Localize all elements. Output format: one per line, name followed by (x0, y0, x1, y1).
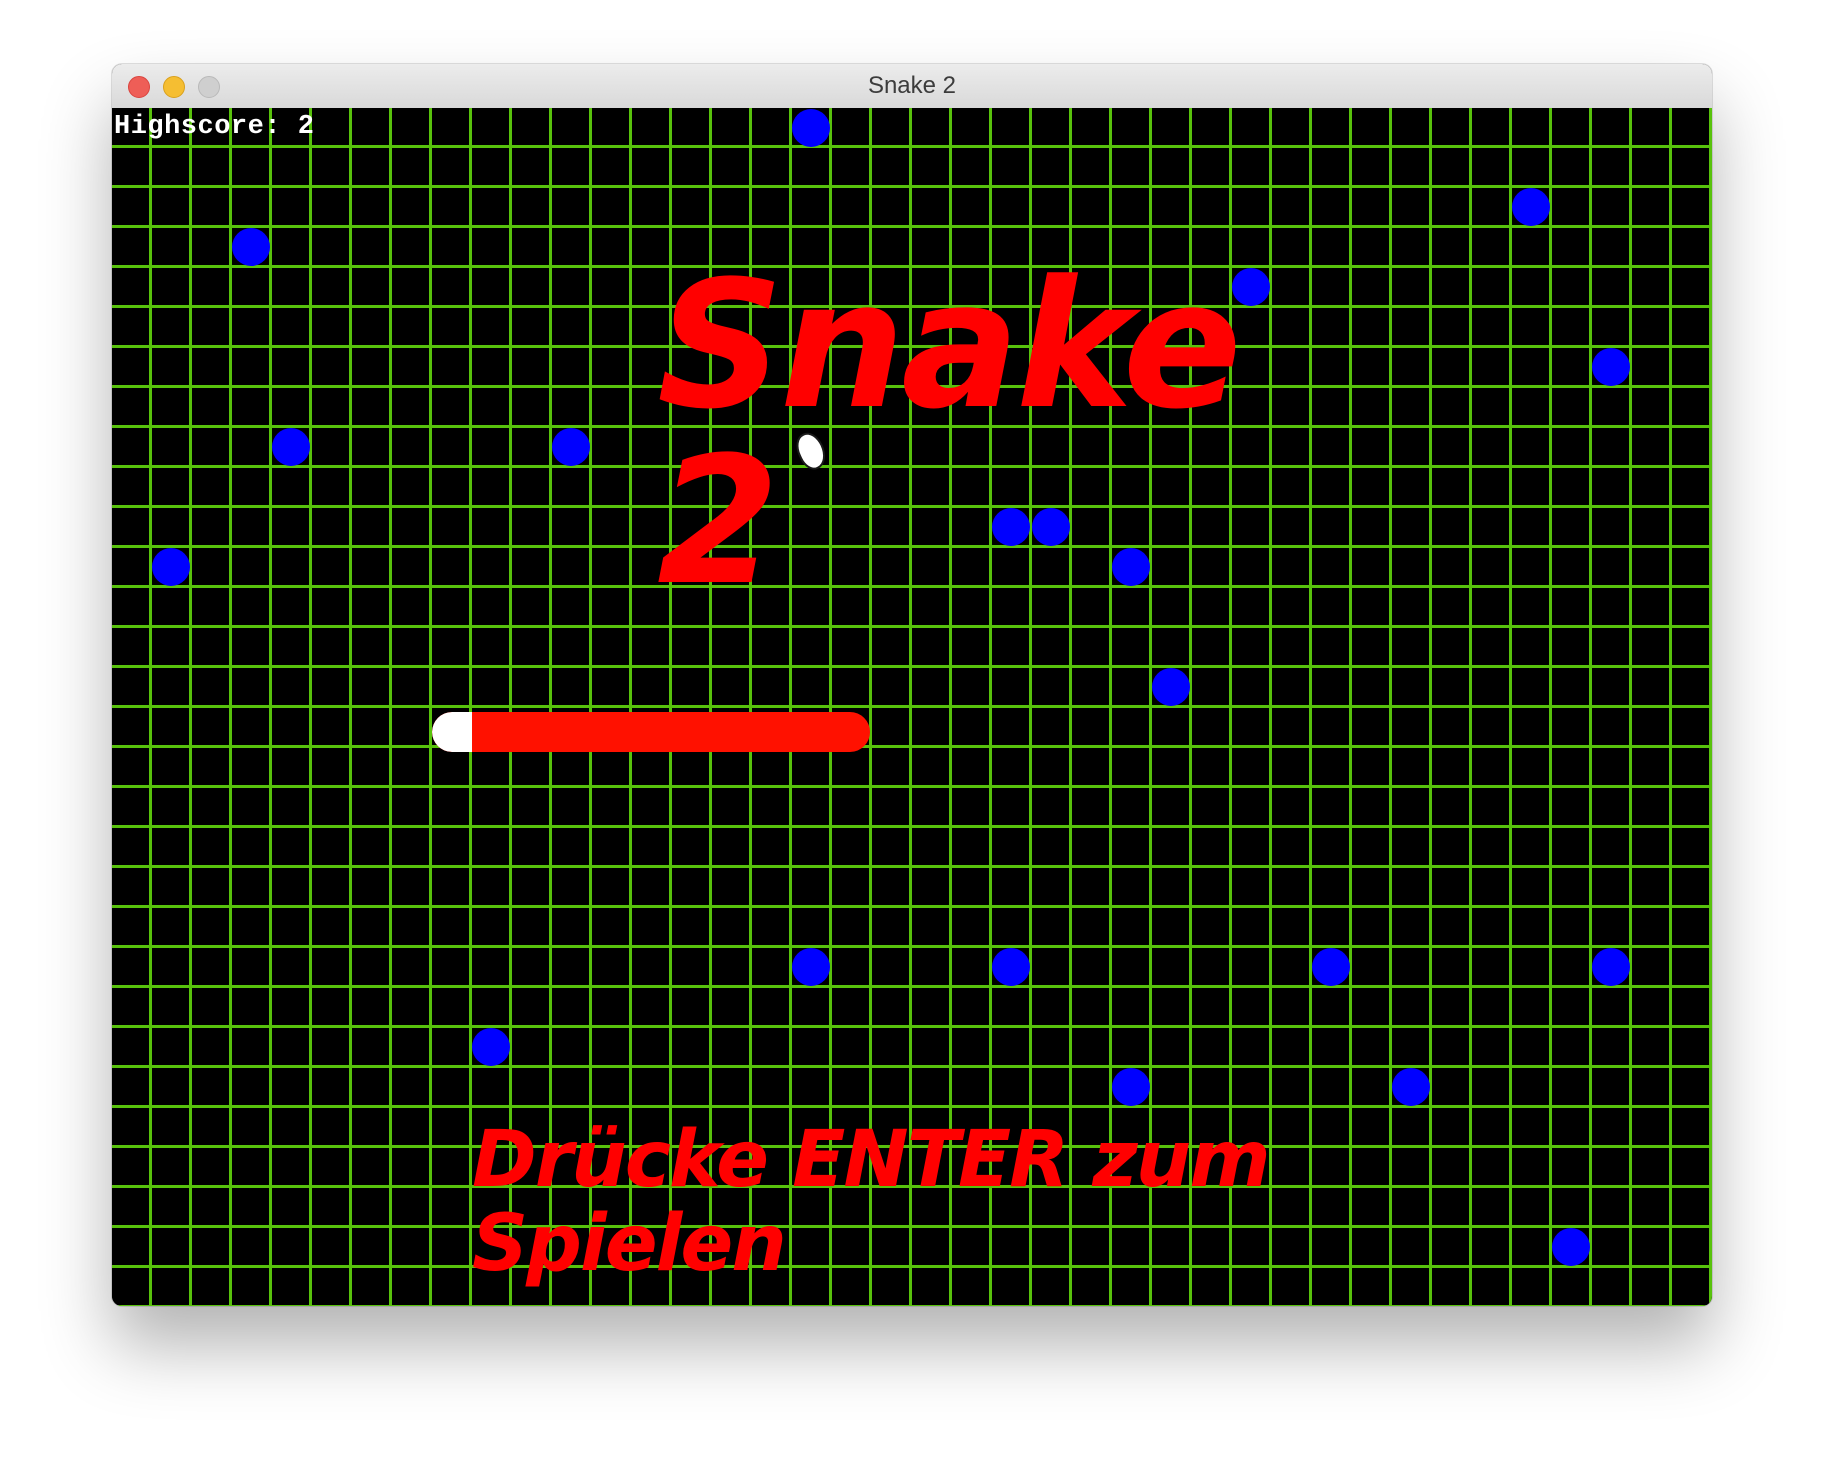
food-dot (272, 428, 310, 466)
food-dot (992, 948, 1030, 986)
food-dot (232, 228, 270, 266)
food-dot (1152, 668, 1190, 706)
highscore-label: Highscore: 2 (114, 112, 315, 142)
food-dot (792, 109, 830, 147)
food-dot (792, 948, 830, 986)
game-title: Snake 2 (657, 243, 1242, 624)
food-dot (1392, 1068, 1430, 1106)
food-dot (1512, 188, 1550, 226)
game-window: Snake 2 Highscore: 2 Snake 2 Drücke ENTE… (112, 64, 1712, 1306)
title-bar[interactable]: Snake 2 (112, 64, 1712, 109)
start-prompt: Drücke ENTER zum Spielen (472, 1115, 1271, 1289)
food-dot (1112, 1068, 1150, 1106)
food-dot (152, 548, 190, 586)
snake-head (432, 712, 472, 752)
food-dot (1592, 948, 1630, 986)
food-dot (1552, 1228, 1590, 1266)
window-title: Snake 2 (867, 72, 957, 99)
food-dot (472, 1028, 510, 1066)
food-dot (552, 428, 590, 466)
snake (432, 712, 870, 752)
game-board[interactable]: Highscore: 2 Snake 2 Drücke ENTER zum Sp… (112, 108, 1712, 1306)
food-dot (1312, 948, 1350, 986)
food-dot (1592, 348, 1630, 386)
